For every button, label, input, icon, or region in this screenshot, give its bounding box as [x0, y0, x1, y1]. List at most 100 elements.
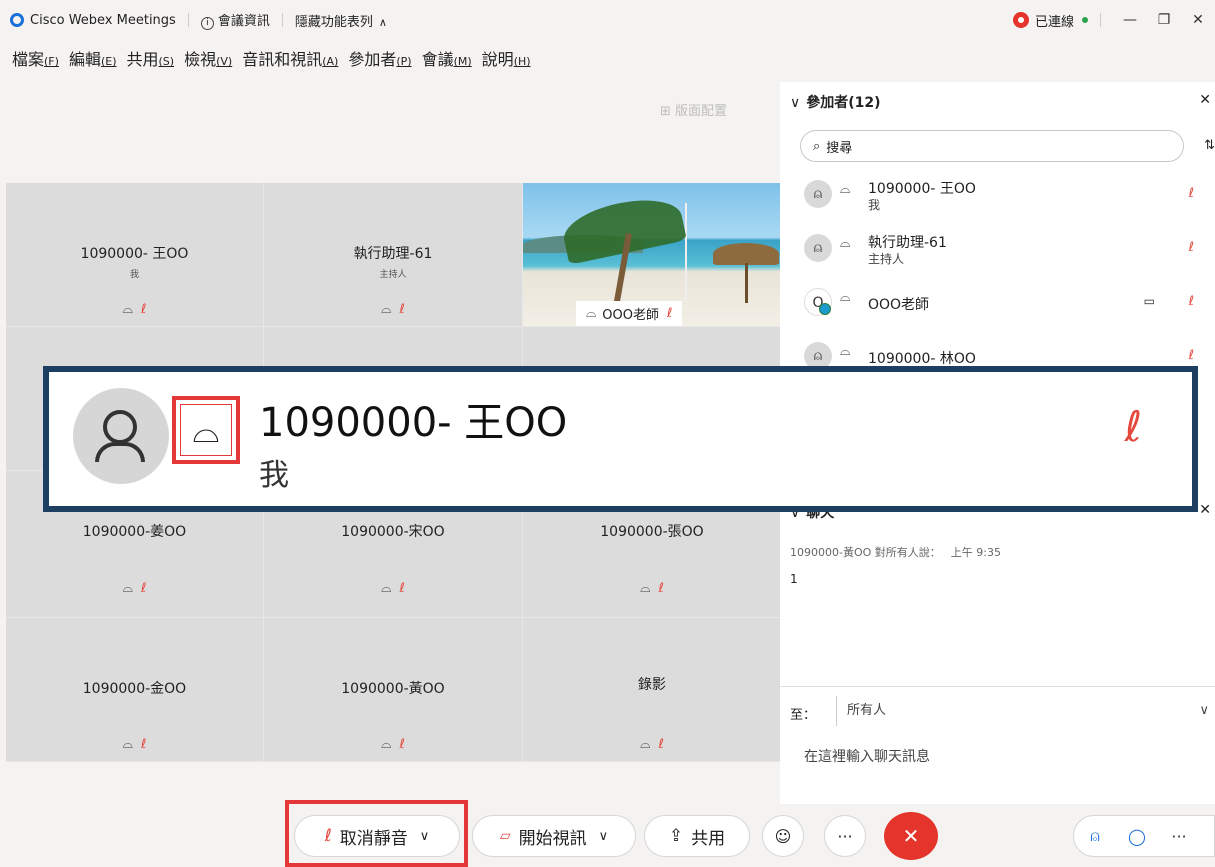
- chat-input[interactable]: 在這裡輸入聊天訊息: [804, 746, 930, 766]
- chevron-down-icon: ∨: [790, 95, 801, 111]
- menu-file[interactable]: 檔案(F): [12, 46, 59, 70]
- participant-search-input[interactable]: ⌕ 搜尋: [800, 130, 1184, 162]
- menu-audio-video[interactable]: 音訊和視訊(A): [242, 46, 338, 70]
- participant-role: 我: [259, 458, 289, 493]
- headset-icon: ⌓: [840, 344, 851, 359]
- video-name-label: ⌓ OOO老師 ℓ: [576, 301, 683, 326]
- participant-row[interactable]: O ⌓ OOO老師 ▭ ℓ: [800, 282, 1210, 326]
- hide-menu-button[interactable]: 隱藏功能表列 ∧: [295, 11, 387, 30]
- muted-mic-icon[interactable]: ℓ: [1189, 240, 1194, 255]
- chat-recipient-select[interactable]: 所有人 ∨: [836, 696, 1215, 726]
- close-chat-button[interactable]: ✕: [1199, 502, 1211, 518]
- unmute-button[interactable]: ℓ 取消靜音 ∨: [294, 815, 460, 857]
- tile-name: 1090000-張OO: [600, 524, 704, 540]
- more-options-button[interactable]: ···: [824, 815, 866, 857]
- share-button[interactable]: ⇪ 共用: [644, 815, 750, 857]
- tile-status: ⌓ ℓ: [6, 302, 263, 317]
- participant-role: 我: [868, 198, 881, 212]
- webex-logo-icon: [10, 13, 24, 27]
- menu-shortcut: (A): [322, 55, 339, 68]
- chat-panel-button[interactable]: ◯: [1116, 827, 1158, 846]
- chat-recipient-label: 至：: [790, 708, 817, 723]
- info-icon: i: [200, 17, 214, 30]
- muted-mic-icon: ℓ: [140, 302, 147, 317]
- muted-mic-icon: ℓ: [658, 581, 664, 596]
- menu-help[interactable]: 說明(H): [482, 46, 531, 70]
- headset-icon: ⌓: [122, 581, 133, 596]
- chat-message-meta: 1090000-黃OO 對所有人說： 上午 9:35: [790, 544, 1001, 560]
- menu-shortcut: (F): [44, 55, 59, 68]
- menu-participants[interactable]: 參加者(P): [348, 46, 411, 70]
- reactions-button[interactable]: ☺: [762, 815, 804, 857]
- umbrella-pole: [745, 263, 748, 303]
- tile-status: ⌓ ℓ: [523, 581, 781, 596]
- mast: [685, 203, 687, 303]
- close-icon: ✕: [902, 824, 920, 848]
- layout-label: 版面配置: [675, 104, 728, 119]
- participants-count: (12): [848, 95, 881, 111]
- more-icon: ···: [837, 826, 853, 846]
- tile-name: 執行助理-61: [353, 246, 433, 262]
- menu-share[interactable]: 共用(S): [127, 46, 175, 70]
- video-tile[interactable]: 1090000-金OO ⌓ ℓ: [6, 618, 263, 761]
- layout-button[interactable]: ⊞ 版面配置: [660, 100, 727, 119]
- menu-meeting[interactable]: 會議(M): [422, 46, 472, 70]
- camera-off-icon: ▱: [499, 828, 511, 844]
- tile-name: OOO老師: [602, 308, 659, 323]
- headset-icon: ⌓: [381, 581, 392, 596]
- avatar-icon: ⍝: [804, 180, 832, 208]
- participants-panel-button[interactable]: ⍝: [1074, 826, 1116, 846]
- muted-mic-icon: ℓ: [399, 302, 405, 317]
- tile-name: 1090000- 王OO: [80, 246, 189, 262]
- video-tile[interactable]: 1090000-黃OO ⌓ ℓ: [264, 618, 522, 761]
- menu-label: 參加者: [348, 50, 397, 69]
- participants-title: 參加者: [806, 95, 849, 111]
- menu-bar: 檔案(F) 編輯(E) 共用(S) 檢視(V) 音訊和視訊(A) 參加者(P) …: [0, 40, 541, 76]
- muted-mic-icon: ℓ: [140, 581, 147, 596]
- tile-name: 錄影: [638, 677, 666, 693]
- participants-header[interactable]: ∨ 參加者(12): [790, 92, 881, 112]
- more-panels-button[interactable]: ···: [1158, 827, 1200, 846]
- video-tile[interactable]: 錄影 ⌓ ℓ: [523, 618, 781, 761]
- muted-mic-icon: ℓ: [324, 826, 332, 846]
- muted-mic-icon[interactable]: ℓ: [1189, 294, 1194, 309]
- chat-message: 1: [790, 572, 798, 586]
- close-participants-button[interactable]: ✕: [1199, 92, 1211, 108]
- participant-row[interactable]: ⍝ ⌓ 執行助理-61 主持人 ℓ: [800, 228, 1210, 272]
- video-tile[interactable]: 執行助理-61 主持人 ⌓ ℓ: [264, 183, 522, 326]
- start-video-button[interactable]: ▱ 開始視訊 ∨: [472, 815, 636, 857]
- restore-button[interactable]: ❐: [1147, 12, 1181, 28]
- video-tile[interactable]: 1090000- 王OO 我 ⌓ ℓ: [6, 183, 263, 326]
- zoomed-participant-callout: ⌓ 1090000- 王OO 我 ℓ: [43, 366, 1198, 512]
- beach-umbrella: [713, 243, 779, 265]
- video-tile-camera[interactable]: ⌓ OOO老師 ℓ: [523, 183, 781, 326]
- participant-row[interactable]: ⍝ ⌓ 1090000- 王OO 我 ℓ: [800, 174, 1210, 218]
- tile-name: 1090000-金OO: [82, 681, 187, 697]
- minimize-button[interactable]: —: [1113, 12, 1147, 28]
- chevron-down-icon: ∨: [1199, 703, 1209, 718]
- headset-icon: ⌓: [122, 302, 133, 317]
- menu-shortcut: (H): [513, 55, 531, 68]
- end-meeting-button[interactable]: ✕: [884, 812, 938, 860]
- muted-mic-icon[interactable]: ℓ: [1189, 348, 1194, 363]
- sort-icon[interactable]: ⇅: [1204, 138, 1215, 153]
- emoji-icon: ☺: [774, 826, 792, 846]
- participant-role: 主持人: [868, 252, 905, 266]
- hide-menu-label: 隱藏功能表列: [294, 14, 373, 30]
- chevron-up-icon: ∧: [378, 15, 387, 29]
- menu-label: 共用: [126, 50, 159, 69]
- meeting-info-button[interactable]: i 會議資訊: [200, 10, 270, 30]
- muted-mic-icon[interactable]: ℓ: [1189, 186, 1194, 201]
- tile-status: ⌓ ℓ: [523, 737, 781, 752]
- menu-edit[interactable]: 編輯(E): [69, 46, 117, 70]
- divider: [187, 13, 189, 27]
- muted-mic-icon: ℓ: [1124, 402, 1142, 451]
- chat-time: 上午 9:35: [950, 546, 1001, 559]
- participant-name: 1090000- 王OO: [868, 181, 976, 197]
- menu-shortcut: (M): [453, 55, 472, 68]
- recording-icon: [1012, 12, 1029, 28]
- menu-label: 音訊和視訊: [242, 50, 323, 69]
- tile-name: 1090000-宋OO: [341, 524, 445, 540]
- close-button[interactable]: ✕: [1181, 12, 1215, 28]
- menu-view[interactable]: 檢視(V): [184, 46, 232, 70]
